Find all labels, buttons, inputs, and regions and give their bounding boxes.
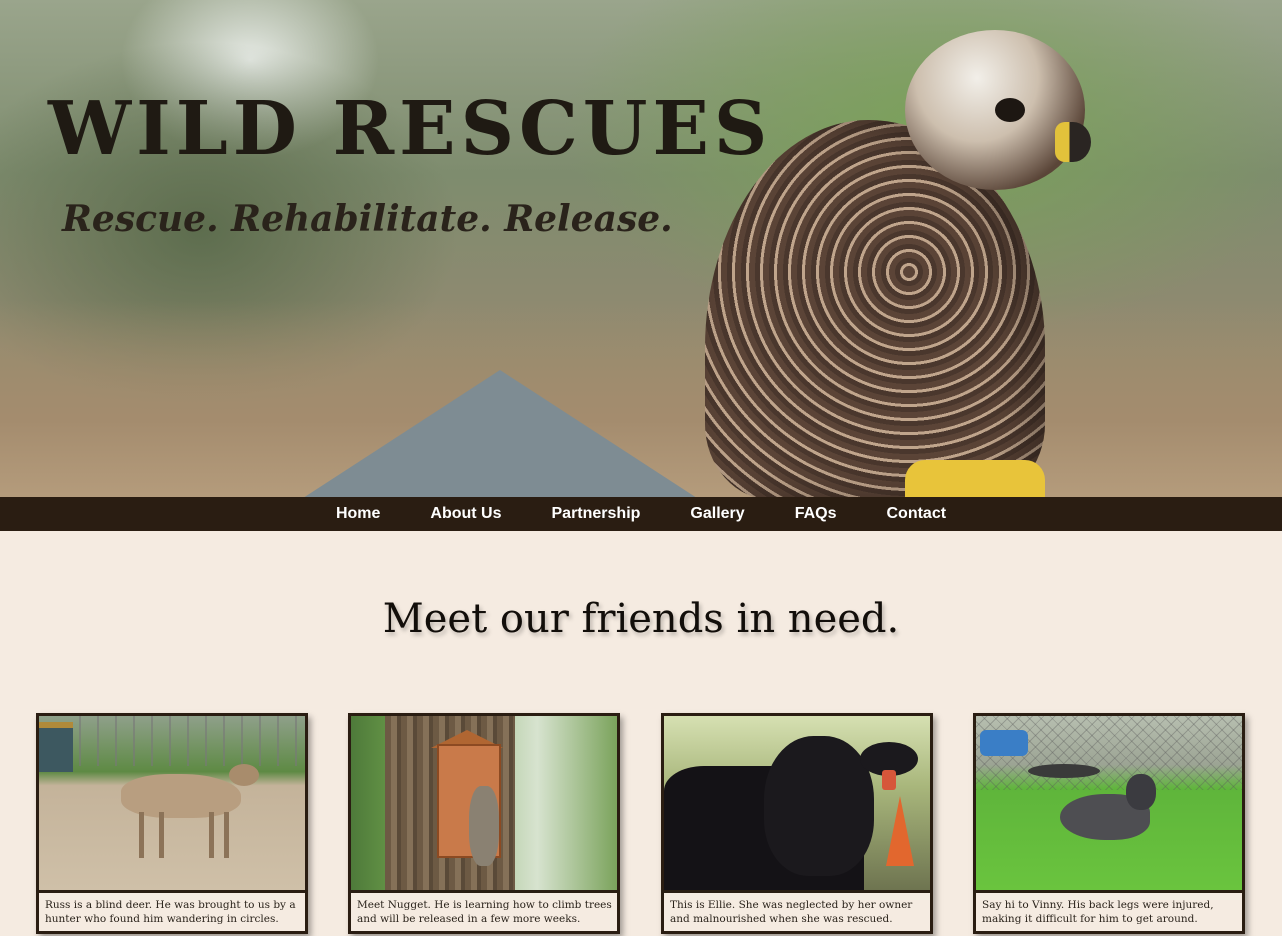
- squirrel-figure: [469, 786, 499, 866]
- blue-tarp: [980, 730, 1028, 756]
- card-caption: This is Ellie. She was neglected by her …: [670, 899, 913, 925]
- card-caption: Russ is a blind deer. He was brought to …: [45, 899, 296, 925]
- nav-faqs-link[interactable]: FAQs: [770, 505, 862, 523]
- goat-photo: [976, 716, 1242, 893]
- main-navigation: Home About Us Partnership Gallery FAQs C…: [0, 497, 1282, 531]
- traffic-cone: [886, 796, 914, 866]
- cow-head: [764, 736, 874, 876]
- card-caption: Say hi to Vinny. His back legs were inju…: [982, 899, 1214, 925]
- hawk-eye: [995, 98, 1025, 122]
- hawk-talons: [905, 460, 1045, 497]
- nav-about-us-link[interactable]: About Us: [405, 505, 526, 523]
- animal-card-deer: Russ is a blind deer. He was brought to …: [36, 713, 308, 934]
- animal-card-squirrel: Meet Nugget. He is learning how to climb…: [348, 713, 620, 934]
- nav-partnership-link[interactable]: Partnership: [527, 505, 666, 523]
- nav-gallery-link[interactable]: Gallery: [665, 505, 769, 523]
- hawk-beak: [1055, 122, 1091, 162]
- deer-leg: [139, 812, 144, 858]
- hero-banner: WILD RESCUES Rescue. Rehabilitate. Relea…: [0, 0, 1282, 497]
- animal-card-goat: Say hi to Vinny. His back legs were inju…: [973, 713, 1245, 934]
- deer-photo: [39, 716, 305, 893]
- hero-shed-roof: [300, 370, 700, 497]
- deer-leg: [209, 812, 214, 858]
- nav-contact-link[interactable]: Contact: [861, 505, 971, 523]
- animal-card-cow: This is Ellie. She was neglected by her …: [661, 713, 933, 934]
- site-title: WILD RESCUES: [48, 86, 773, 172]
- shed: [39, 722, 73, 772]
- deer-leg: [224, 812, 229, 858]
- deer-head: [229, 764, 259, 786]
- goat-head: [1126, 774, 1156, 810]
- ear-tag: [882, 770, 896, 790]
- nav-home-link[interactable]: Home: [311, 505, 405, 523]
- deer-leg: [159, 812, 164, 858]
- squirrel-photo: [351, 716, 617, 893]
- site-tagline: Rescue. Rehabilitate. Release.: [62, 198, 673, 240]
- cow-photo: [664, 716, 930, 893]
- card-caption: Meet Nugget. He is learning how to climb…: [357, 899, 612, 925]
- water-tub: [1028, 764, 1100, 778]
- fence: [79, 716, 305, 766]
- section-heading: Meet our friends in need.: [382, 596, 900, 642]
